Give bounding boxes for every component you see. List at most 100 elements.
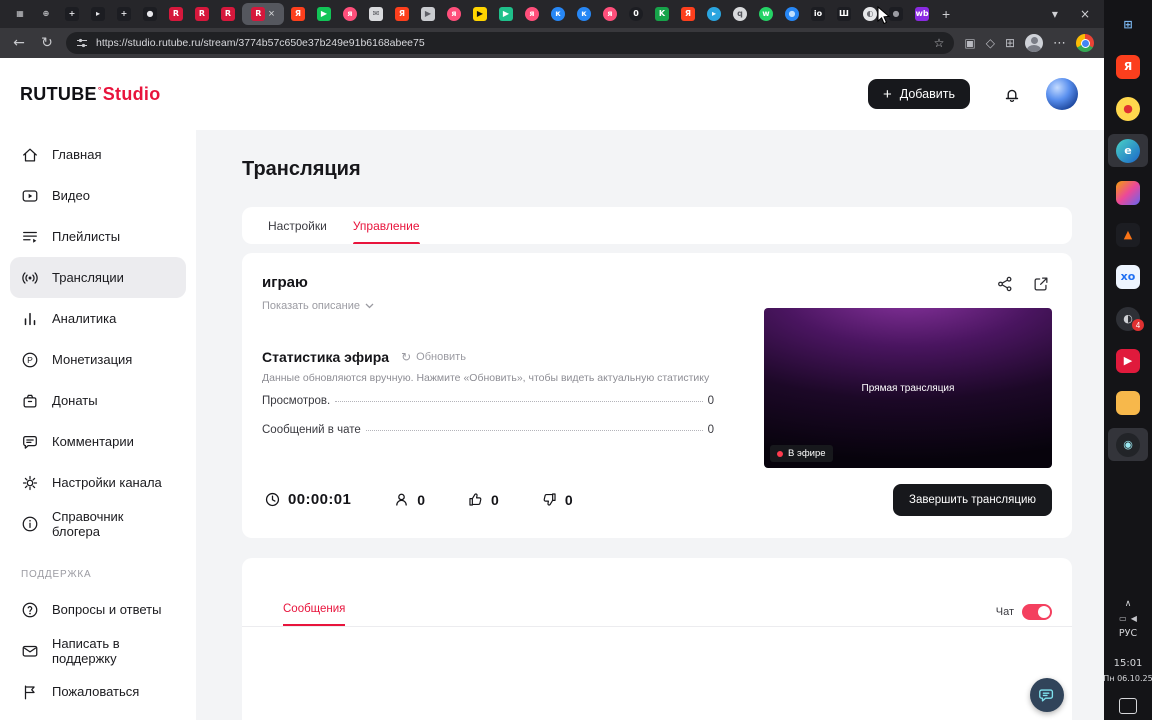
refresh-stats-button[interactable]: ↻ Обновить [401,350,466,364]
tab-search-button[interactable]: ▾ [1052,7,1058,21]
browser-tab-mail[interactable]: ✉ [364,3,388,25]
browser-tab-whatsapp[interactable]: w [754,3,778,25]
notifications-bell-button[interactable] [1002,84,1022,104]
browser-tab-wildberries[interactable]: wb [910,3,934,25]
bookmark-star-icon[interactable]: ☆ [934,36,945,50]
rutube-studio-logo[interactable]: RUTUBE°Studio [20,84,161,105]
taskbar-edge-browser[interactable]: e [1108,134,1148,167]
browser-tab-ya-music-1[interactable]: я [338,3,362,25]
taskbar-game-launcher[interactable]: ▲ [1108,218,1148,251]
sidebar-item-label: Вопросы и ответы [52,602,161,617]
notification-center-icon[interactable] [1119,698,1137,714]
taskbar-rutube-app[interactable]: ▶ [1108,344,1148,377]
language-indicator[interactable]: РУС [1119,628,1137,639]
sidebar-item-analytics[interactable]: Аналитика [10,298,186,339]
browser-tab-app-dark-4[interactable]: ● [138,3,162,25]
browser-tab-app-dark-1[interactable]: + [60,3,84,25]
taskbar-photos-app[interactable] [1108,176,1148,209]
browser-tab-search-tab[interactable]: q [728,3,752,25]
stream-preview[interactable]: Прямая трансляция В эфире [764,308,1052,468]
browser-tab-rutube-studio[interactable]: R× [242,3,284,25]
back-button[interactable]: ← [10,35,28,51]
tab-management[interactable]: Управление [353,207,420,244]
browser-tab-play-teal[interactable]: ▶ [494,3,518,25]
user-avatar[interactable] [1046,78,1078,110]
taskbar-capture-app[interactable]: ◉ [1108,428,1148,461]
sidebar-item-home[interactable]: Главная [10,134,186,175]
sidebar-item-playlists[interactable]: Плейлисты [10,216,186,257]
sidebar-item-monetization[interactable]: Р Монетизация [10,339,186,380]
tray-expand-icon[interactable]: ∧ [1125,599,1132,609]
browser-tab-app-dark-3[interactable]: + [112,3,136,25]
browser-tab-app-dark-2[interactable]: ▸ [86,3,110,25]
site-settings-icon[interactable] [76,37,88,49]
browser-tab-app-io[interactable]: io [806,3,830,25]
browser-tab-ya-music-4[interactable]: я [598,3,622,25]
share-button[interactable] [996,275,1014,293]
end-stream-button[interactable]: Завершить трансляцию [893,484,1052,516]
taskbar-yandex-app[interactable]: Я [1108,50,1148,83]
sidebar-item-comments[interactable]: Комментарии [10,421,186,462]
extension-icon-2[interactable]: ◇ [986,36,995,50]
show-description-toggle[interactable]: Показать описание [262,300,374,312]
browser-tab-yandex-1[interactable]: Я [286,3,310,25]
tab-settings[interactable]: Настройки [268,207,327,244]
sidebar-item-streams[interactable]: Трансляции [10,257,186,298]
browser-tab-app-green-k[interactable]: K [650,3,674,25]
add-button[interactable]: + Добавить [868,79,970,109]
browser-tab-rutube-1[interactable]: R [164,3,188,25]
taskbar-maps-app[interactable]: ● [1108,92,1148,125]
tab-messages[interactable]: Сообщения [283,603,345,626]
browser-tab-rutube-2[interactable]: R [190,3,214,25]
clock-time[interactable]: 15:01 [1114,658,1143,669]
browser-tab-app-blue-2[interactable]: ● [780,3,804,25]
browser-tab-play-gray[interactable]: ▶ [416,3,440,25]
sidebar-item-donations[interactable]: Донаты [10,380,186,421]
sidebar-item-write-support[interactable]: Написать в поддержку [10,630,186,671]
browser-tab-play-green[interactable]: ▶ [312,3,336,25]
extension-icon-3[interactable]: ⊞ [1005,36,1015,50]
browser-tab-globe[interactable]: ⊕ [34,3,58,25]
sidebar-item-qa[interactable]: Вопросы и ответы [10,589,186,630]
browser-tab-ya-music-2[interactable]: я [442,3,466,25]
browser-tab-app-w[interactable]: Ш [832,3,856,25]
taskbar-windows-start[interactable]: ⊞ [1108,8,1148,41]
browser-tab-vk-1[interactable]: к [546,3,570,25]
url-text[interactable]: https://studio.rutube.ru/stream/3774b57c… [96,37,926,49]
tab-close-icon[interactable]: × [268,9,274,20]
browser-logo-icon[interactable] [1076,34,1094,52]
support-chat-fab[interactable] [1030,678,1064,712]
extension-icon-1[interactable]: ▣ [964,36,975,50]
clock-date[interactable]: Пн 06.10.25 [1103,674,1152,683]
browser-tab-vk-2[interactable]: к [572,3,596,25]
open-external-button[interactable] [1032,275,1050,293]
browser-tab-rutube-3[interactable]: R [216,3,240,25]
refresh-button[interactable]: ↻ [38,35,56,51]
tray-status-icons[interactable]: ▭ ◀ [1119,614,1137,623]
chat-toggle[interactable] [1022,604,1052,620]
taskbar-xo-app[interactable]: xo [1108,260,1148,293]
browser-tab-ya-music-3[interactable]: я [520,3,544,25]
sidebar-item-video[interactable]: Видео [10,175,186,216]
windows-taskbar: ⊞ Я ● e ▲ xo ◐4 ▶ ◉ ∧ ▭ ◀ РУС 15:01 Пн 06.10.25 [1104,0,1152,720]
stream-tabs: Настройки Управление [242,207,1072,244]
browser-tab-app-zero[interactable]: 0 [624,3,648,25]
taskbar-chat-app[interactable]: ◐4 [1108,302,1148,335]
browser-profile-avatar[interactable] [1025,34,1043,52]
sidebar-item-blogger-guide[interactable]: Справочник блогера [10,503,186,544]
sidebar-item-channel-settings[interactable]: Настройки канала [10,462,186,503]
browser-menu-button[interactable]: ⋯ [1053,36,1066,51]
sidebar-item-report[interactable]: Пожаловаться [10,671,186,712]
window-close-button[interactable]: × [1080,7,1090,21]
browser-tab-tab-grid[interactable]: ▦ [8,3,32,25]
taskbar-folder-app[interactable] [1108,386,1148,419]
browser-tab-play-yellow[interactable]: ▶ [468,3,492,25]
yandex-1-favicon: Я [291,7,305,21]
browser-tab-app-blue-1[interactable]: ▸ [702,3,726,25]
browser-tab-app-light[interactable]: ◐ [858,3,882,25]
new-tab-button[interactable]: + [934,6,958,22]
browser-tab-app-dark-5[interactable]: ● [884,3,908,25]
address-bar[interactable]: https://studio.rutube.ru/stream/3774b57c… [66,32,954,54]
browser-tab-yandex-3[interactable]: Я [676,3,700,25]
browser-tab-yandex-2[interactable]: Я [390,3,414,25]
